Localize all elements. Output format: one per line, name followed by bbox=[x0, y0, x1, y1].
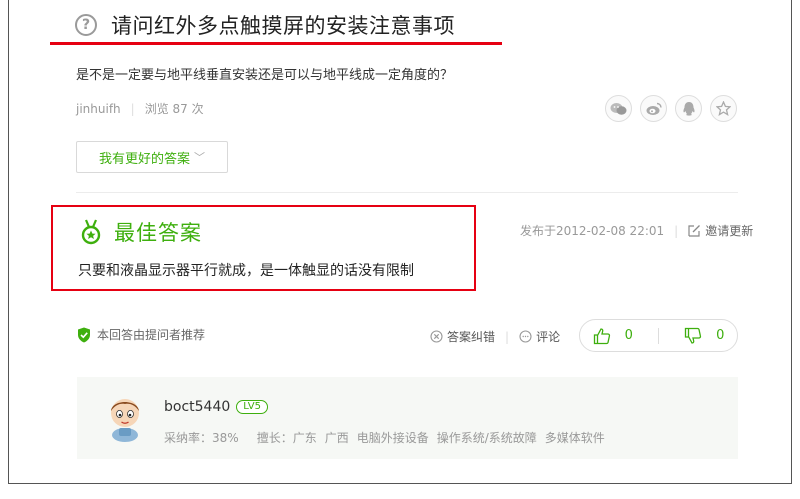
recommend-text: 本回答由提问者推荐 bbox=[97, 328, 206, 342]
correct-icon bbox=[430, 330, 443, 343]
answerer-name[interactable]: boct5440 bbox=[164, 399, 230, 415]
favorite-icon[interactable] bbox=[710, 95, 737, 122]
edit-icon bbox=[688, 225, 701, 237]
better-answer-label: 我有更好的答案 bbox=[98, 151, 190, 167]
upvote-button[interactable]: 0 bbox=[593, 327, 633, 345]
question-mark-icon: ? bbox=[75, 14, 97, 36]
correct-answer-button[interactable]: 答案纠错 bbox=[430, 328, 495, 345]
comment-button[interactable]: 评论 bbox=[519, 328, 560, 345]
correct-answer-label: 答案纠错 bbox=[447, 330, 496, 344]
expertise-tag[interactable]: 广东 bbox=[293, 429, 317, 446]
comment-icon bbox=[519, 330, 532, 343]
avatar[interactable] bbox=[106, 394, 144, 442]
downvote-button[interactable]: 0 bbox=[684, 327, 724, 345]
expertise-tag[interactable]: 操作系统/系统故障 bbox=[437, 429, 537, 446]
answerer-stats: 采纳率：38% 擅长： 广东 广西 电脑外接设备 操作系统/系统故障 多媒体软件 bbox=[164, 429, 613, 446]
publish-time: 发布于2012-02-08 22:01 bbox=[520, 224, 665, 238]
question-header: ? 请问红外多点触摸屏的安装注意事项 bbox=[75, 10, 455, 40]
best-answer-label: 最佳答案 bbox=[114, 221, 202, 245]
downvote-count: 0 bbox=[716, 328, 725, 343]
meta-divider: | bbox=[130, 101, 135, 116]
upvote-count: 0 bbox=[624, 328, 633, 343]
comment-label: 评论 bbox=[536, 330, 561, 344]
question-title: 请问红外多点触摸屏的安装注意事项 bbox=[111, 14, 455, 38]
answer-actions: 答案纠错 | 评论 bbox=[430, 328, 560, 345]
expertise-tag[interactable]: 多媒体软件 bbox=[545, 429, 605, 446]
medal-icon bbox=[81, 219, 101, 245]
meta-divider: | bbox=[674, 223, 679, 238]
expertise-tag[interactable]: 广西 bbox=[325, 429, 349, 446]
chevron-down-icon: ﹀ bbox=[194, 151, 205, 164]
question-meta: jinhuifh | 浏览 87 次 bbox=[76, 100, 204, 117]
invite-update-label: 邀请更新 bbox=[705, 224, 754, 238]
wechat-icon[interactable] bbox=[605, 95, 632, 122]
recommend-row: 本回答由提问者推荐 bbox=[77, 326, 205, 343]
title-red-underline bbox=[50, 42, 502, 45]
qq-icon[interactable] bbox=[675, 95, 702, 122]
question-author[interactable]: jinhuifh bbox=[76, 102, 121, 116]
share-bar bbox=[605, 95, 737, 122]
question-description: 是不是一定要与地平线垂直安装还是可以与地平线成一定角度的？ bbox=[76, 68, 454, 83]
better-answer-button[interactable]: 我有更好的答案 ﹀ bbox=[76, 141, 228, 173]
action-divider: | bbox=[505, 329, 510, 344]
answerer-card: boct5440 LV5 采纳率：38% 擅长： 广东 广西 电脑外接设备 操作… bbox=[77, 377, 738, 459]
view-count: 浏览 87 次 bbox=[144, 102, 204, 116]
section-divider bbox=[76, 192, 738, 193]
answerer-name-row: boct5440 LV5 bbox=[164, 399, 268, 415]
vote-box: 0 0 bbox=[579, 319, 738, 352]
answer-meta: 发布于2012-02-08 22:01 | 邀请更新 bbox=[520, 222, 753, 239]
weibo-icon[interactable] bbox=[640, 95, 667, 122]
vote-divider bbox=[657, 327, 659, 344]
shield-check-icon bbox=[78, 327, 90, 342]
invite-update-button[interactable]: 邀请更新 bbox=[688, 222, 753, 239]
best-answer-text: 只要和液晶显示器平行就成，是一体触显的话没有限制 bbox=[78, 263, 414, 279]
expertise-label: 擅长： bbox=[256, 431, 293, 445]
level-badge: LV5 bbox=[236, 400, 268, 414]
best-answer-header: 最佳答案 bbox=[80, 217, 202, 247]
adoption-rate: 采纳率：38% bbox=[164, 431, 239, 445]
thumbs-up-icon bbox=[593, 327, 610, 344]
expertise-tag[interactable]: 电脑外接设备 bbox=[357, 429, 429, 446]
thumbs-down-icon bbox=[684, 327, 702, 344]
